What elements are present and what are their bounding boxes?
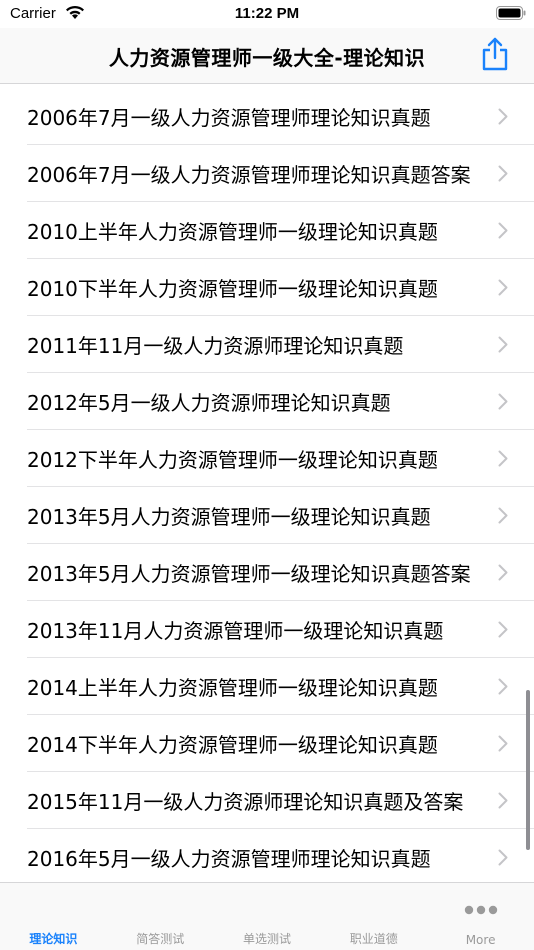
page-title: 人力资源管理师一级大全-理论知识 — [108, 46, 426, 70]
tab-label: 职业道德 — [349, 932, 398, 946]
tab-more[interactable]: More — [427, 883, 534, 950]
chevron-right-icon — [498, 336, 508, 353]
list-item[interactable]: 2012年5月一级人力资源师理论知识真题 — [0, 373, 534, 430]
list-item[interactable]: 2010下半年人力资源管理师一级理论知识真题 — [0, 259, 534, 316]
tab-professional-ethics[interactable]: 职业道德 — [320, 883, 427, 950]
tab-short-answer-test[interactable]: 简答测试 — [107, 883, 214, 950]
list-item-label: 2010上半年人力资源管理师一级理论知识真题 — [27, 220, 438, 244]
document-list[interactable]: 2006年7月一级人力资源管理师理论知识真题 2006年7月一级人力资源管理师理论… — [0, 88, 534, 882]
list-item[interactable]: 2016年5月一级人力资源管理师理论知识真题 — [0, 829, 534, 882]
tab-label: 单选测试 — [242, 932, 291, 946]
list-item-label: 2016年5月一级人力资源管理师理论知识真题 — [27, 847, 431, 871]
chevron-right-icon — [498, 621, 508, 638]
list-item-label: 2015年11月一级人力资源师理论知识真题及答案 — [27, 790, 464, 814]
list-item-label: 2010下半年人力资源管理师一级理论知识真题 — [27, 277, 438, 301]
list-item[interactable]: 2012下半年人力资源管理师一级理论知识真题 — [0, 430, 534, 487]
list-item-label: 2012年5月一级人力资源师理论知识真题 — [27, 391, 391, 415]
chevron-right-icon — [498, 279, 508, 296]
list-item-label: 2011年11月一级人力资源师理论知识真题 — [27, 334, 404, 358]
list-item-label: 2013年5月人力资源管理师一级理论知识真题 — [27, 505, 431, 529]
list-item[interactable]: 2015年11月一级人力资源师理论知识真题及答案 — [0, 772, 534, 829]
list-item[interactable]: 2010上半年人力资源管理师一级理论知识真题 — [0, 202, 534, 259]
list-item-label: 2006年7月一级人力资源管理师理论知识真题答案 — [27, 163, 471, 187]
list-item[interactable]: 2013年11月人力资源管理师一级理论知识真题 — [0, 601, 534, 658]
tab-single-choice-test[interactable]: 单选测试 — [214, 883, 321, 950]
list-item[interactable]: 2014上半年人力资源管理师一级理论知识真题 — [0, 658, 534, 715]
chevron-right-icon — [498, 393, 508, 410]
chevron-right-icon — [498, 735, 508, 752]
chevron-right-icon — [498, 108, 508, 125]
list-item-label: 2013年5月人力资源管理师一级理论知识真题答案 — [27, 562, 471, 586]
list-item-label: 2006年7月一级人力资源管理师理论知识真题 — [27, 106, 431, 130]
list-item-label: 2014上半年人力资源管理师一级理论知识真题 — [27, 676, 438, 700]
chevron-right-icon — [498, 678, 508, 695]
list-item[interactable]: 2013年5月人力资源管理师一级理论知识真题答案 — [0, 544, 534, 601]
tab-label: 简答测试 — [136, 932, 185, 946]
list-item[interactable]: 2011年11月一级人力资源师理论知识真题 — [0, 316, 534, 373]
list-item[interactable]: 2006年7月一级人力资源管理师理论知识真题 — [0, 88, 534, 145]
chevron-right-icon — [498, 564, 508, 581]
tab-bar: 理论知识 简答测试 单选测试 职业道德 More — [0, 882, 534, 950]
tab-label: More — [465, 933, 496, 947]
navigation-bar: 人力资源管理师一级大全-理论知识 — [0, 28, 534, 84]
list-item[interactable]: 2013年5月人力资源管理师一级理论知识真题 — [0, 487, 534, 544]
list-item-label: 2012下半年人力资源管理师一级理论知识真题 — [27, 448, 438, 472]
list-item-label: 2014下半年人力资源管理师一级理论知识真题 — [27, 733, 438, 757]
list-item[interactable]: 2014下半年人力资源管理师一级理论知识真题 — [0, 715, 534, 772]
list-item[interactable]: 2006年7月一级人力资源管理师理论知识真题答案 — [0, 145, 534, 202]
more-dots-icon — [464, 905, 497, 915]
chevron-right-icon — [498, 849, 508, 866]
scroll-indicator[interactable] — [526, 690, 530, 850]
tab-label: 理论知识 — [29, 932, 78, 946]
chevron-right-icon — [498, 450, 508, 467]
chevron-right-icon — [498, 507, 508, 524]
list-item-label: 2013年11月人力资源管理师一级理论知识真题 — [27, 619, 444, 643]
chevron-right-icon — [498, 222, 508, 239]
battery-icon — [496, 6, 526, 20]
status-time: 11:22 PM — [234, 5, 300, 22]
tab-theory-knowledge[interactable]: 理论知识 — [0, 883, 107, 950]
share-icon[interactable] — [480, 36, 510, 72]
chevron-right-icon — [498, 165, 508, 182]
status-bar: Carrier 11:22 PM — [0, 0, 534, 28]
chevron-right-icon — [498, 792, 508, 809]
